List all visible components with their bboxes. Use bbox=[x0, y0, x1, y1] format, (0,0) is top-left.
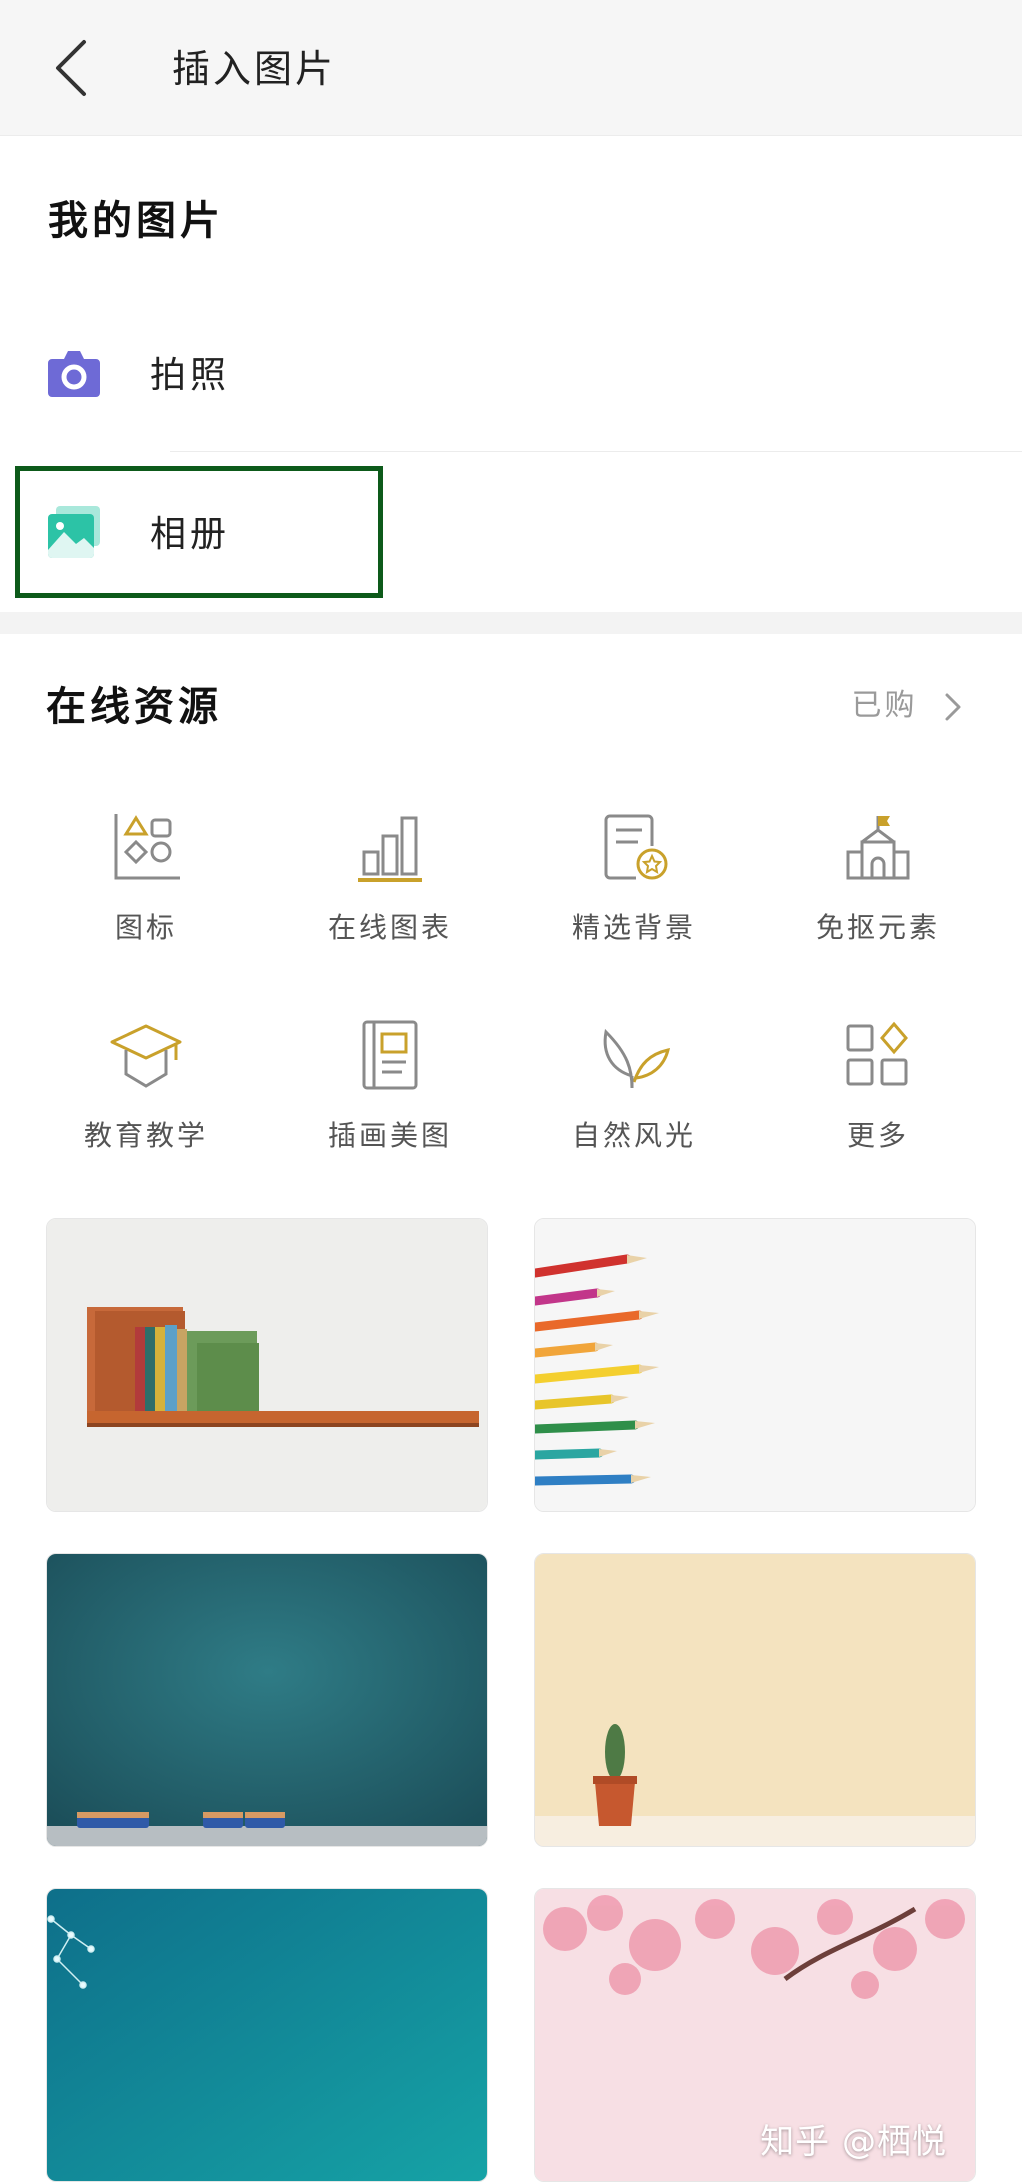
castle-icon bbox=[846, 816, 910, 880]
teal-network-thumbnail[interactable] bbox=[46, 1888, 488, 2182]
category-illustrations[interactable]: 插画美图 bbox=[290, 1020, 490, 1180]
chevron-right-icon bbox=[945, 693, 961, 720]
shapes-icon bbox=[114, 814, 180, 880]
cactus-thumbnail[interactable] bbox=[534, 1553, 976, 1847]
leaf-icon bbox=[603, 1028, 670, 1089]
category-more[interactable]: 更多 bbox=[778, 1020, 978, 1180]
divider bbox=[170, 451, 1022, 452]
album-item[interactable]: 相册 bbox=[0, 453, 1022, 611]
take-photo-label: 拍照 bbox=[150, 355, 231, 396]
purchased-link[interactable]: 已购 bbox=[851, 680, 962, 724]
category-label: 图标 bbox=[114, 911, 177, 944]
bar-chart-icon bbox=[358, 816, 422, 882]
my-pictures-heading: 我的图片 bbox=[48, 198, 224, 244]
category-label: 自然风光 bbox=[571, 1119, 696, 1152]
camera-icon bbox=[46, 345, 102, 401]
category-featured-backgrounds[interactable]: 精选背景 bbox=[534, 812, 734, 972]
take-photo-item[interactable]: 拍照 bbox=[0, 294, 1022, 452]
category-label: 在线图表 bbox=[327, 911, 452, 944]
category-icons[interactable]: 图标 bbox=[46, 812, 246, 972]
section-separator bbox=[0, 612, 1022, 634]
bookshelf-thumbnail[interactable] bbox=[46, 1218, 488, 1512]
chalkboard-thumbnail[interactable] bbox=[46, 1553, 488, 1847]
album-label: 相册 bbox=[150, 514, 231, 555]
colored-pencils-thumbnail[interactable] bbox=[534, 1218, 976, 1512]
purchased-label: 已购 bbox=[851, 688, 918, 723]
album-icon bbox=[46, 504, 102, 560]
more-grid-icon bbox=[846, 1021, 908, 1086]
page-title: 插入图片 bbox=[172, 47, 337, 91]
category-label: 插画美图 bbox=[327, 1119, 452, 1152]
online-resources-heading: 在线资源 bbox=[46, 684, 222, 730]
cherry-blossom-thumbnail[interactable]: 知乎 @栖悦 bbox=[534, 1888, 976, 2182]
category-nature[interactable]: 自然风光 bbox=[534, 1020, 734, 1180]
category-label: 免抠元素 bbox=[815, 911, 940, 944]
badge-document-icon bbox=[604, 814, 668, 880]
back-button[interactable] bbox=[50, 36, 100, 100]
category-label: 精选背景 bbox=[571, 911, 696, 944]
category-education[interactable]: 教育教学 bbox=[46, 1020, 246, 1180]
chevron-left-icon bbox=[56, 40, 86, 96]
category-cutout-elements[interactable]: 免抠元素 bbox=[778, 812, 978, 972]
top-bar: 插入图片 bbox=[0, 0, 1022, 136]
book-icon bbox=[362, 1020, 418, 1090]
category-online-chart[interactable]: 在线图表 bbox=[290, 812, 490, 972]
category-label: 教育教学 bbox=[83, 1119, 208, 1152]
category-label: 更多 bbox=[846, 1119, 909, 1152]
watermark-text: 知乎 @栖悦 bbox=[760, 2122, 947, 2162]
graduation-cap-icon bbox=[110, 1024, 182, 1088]
